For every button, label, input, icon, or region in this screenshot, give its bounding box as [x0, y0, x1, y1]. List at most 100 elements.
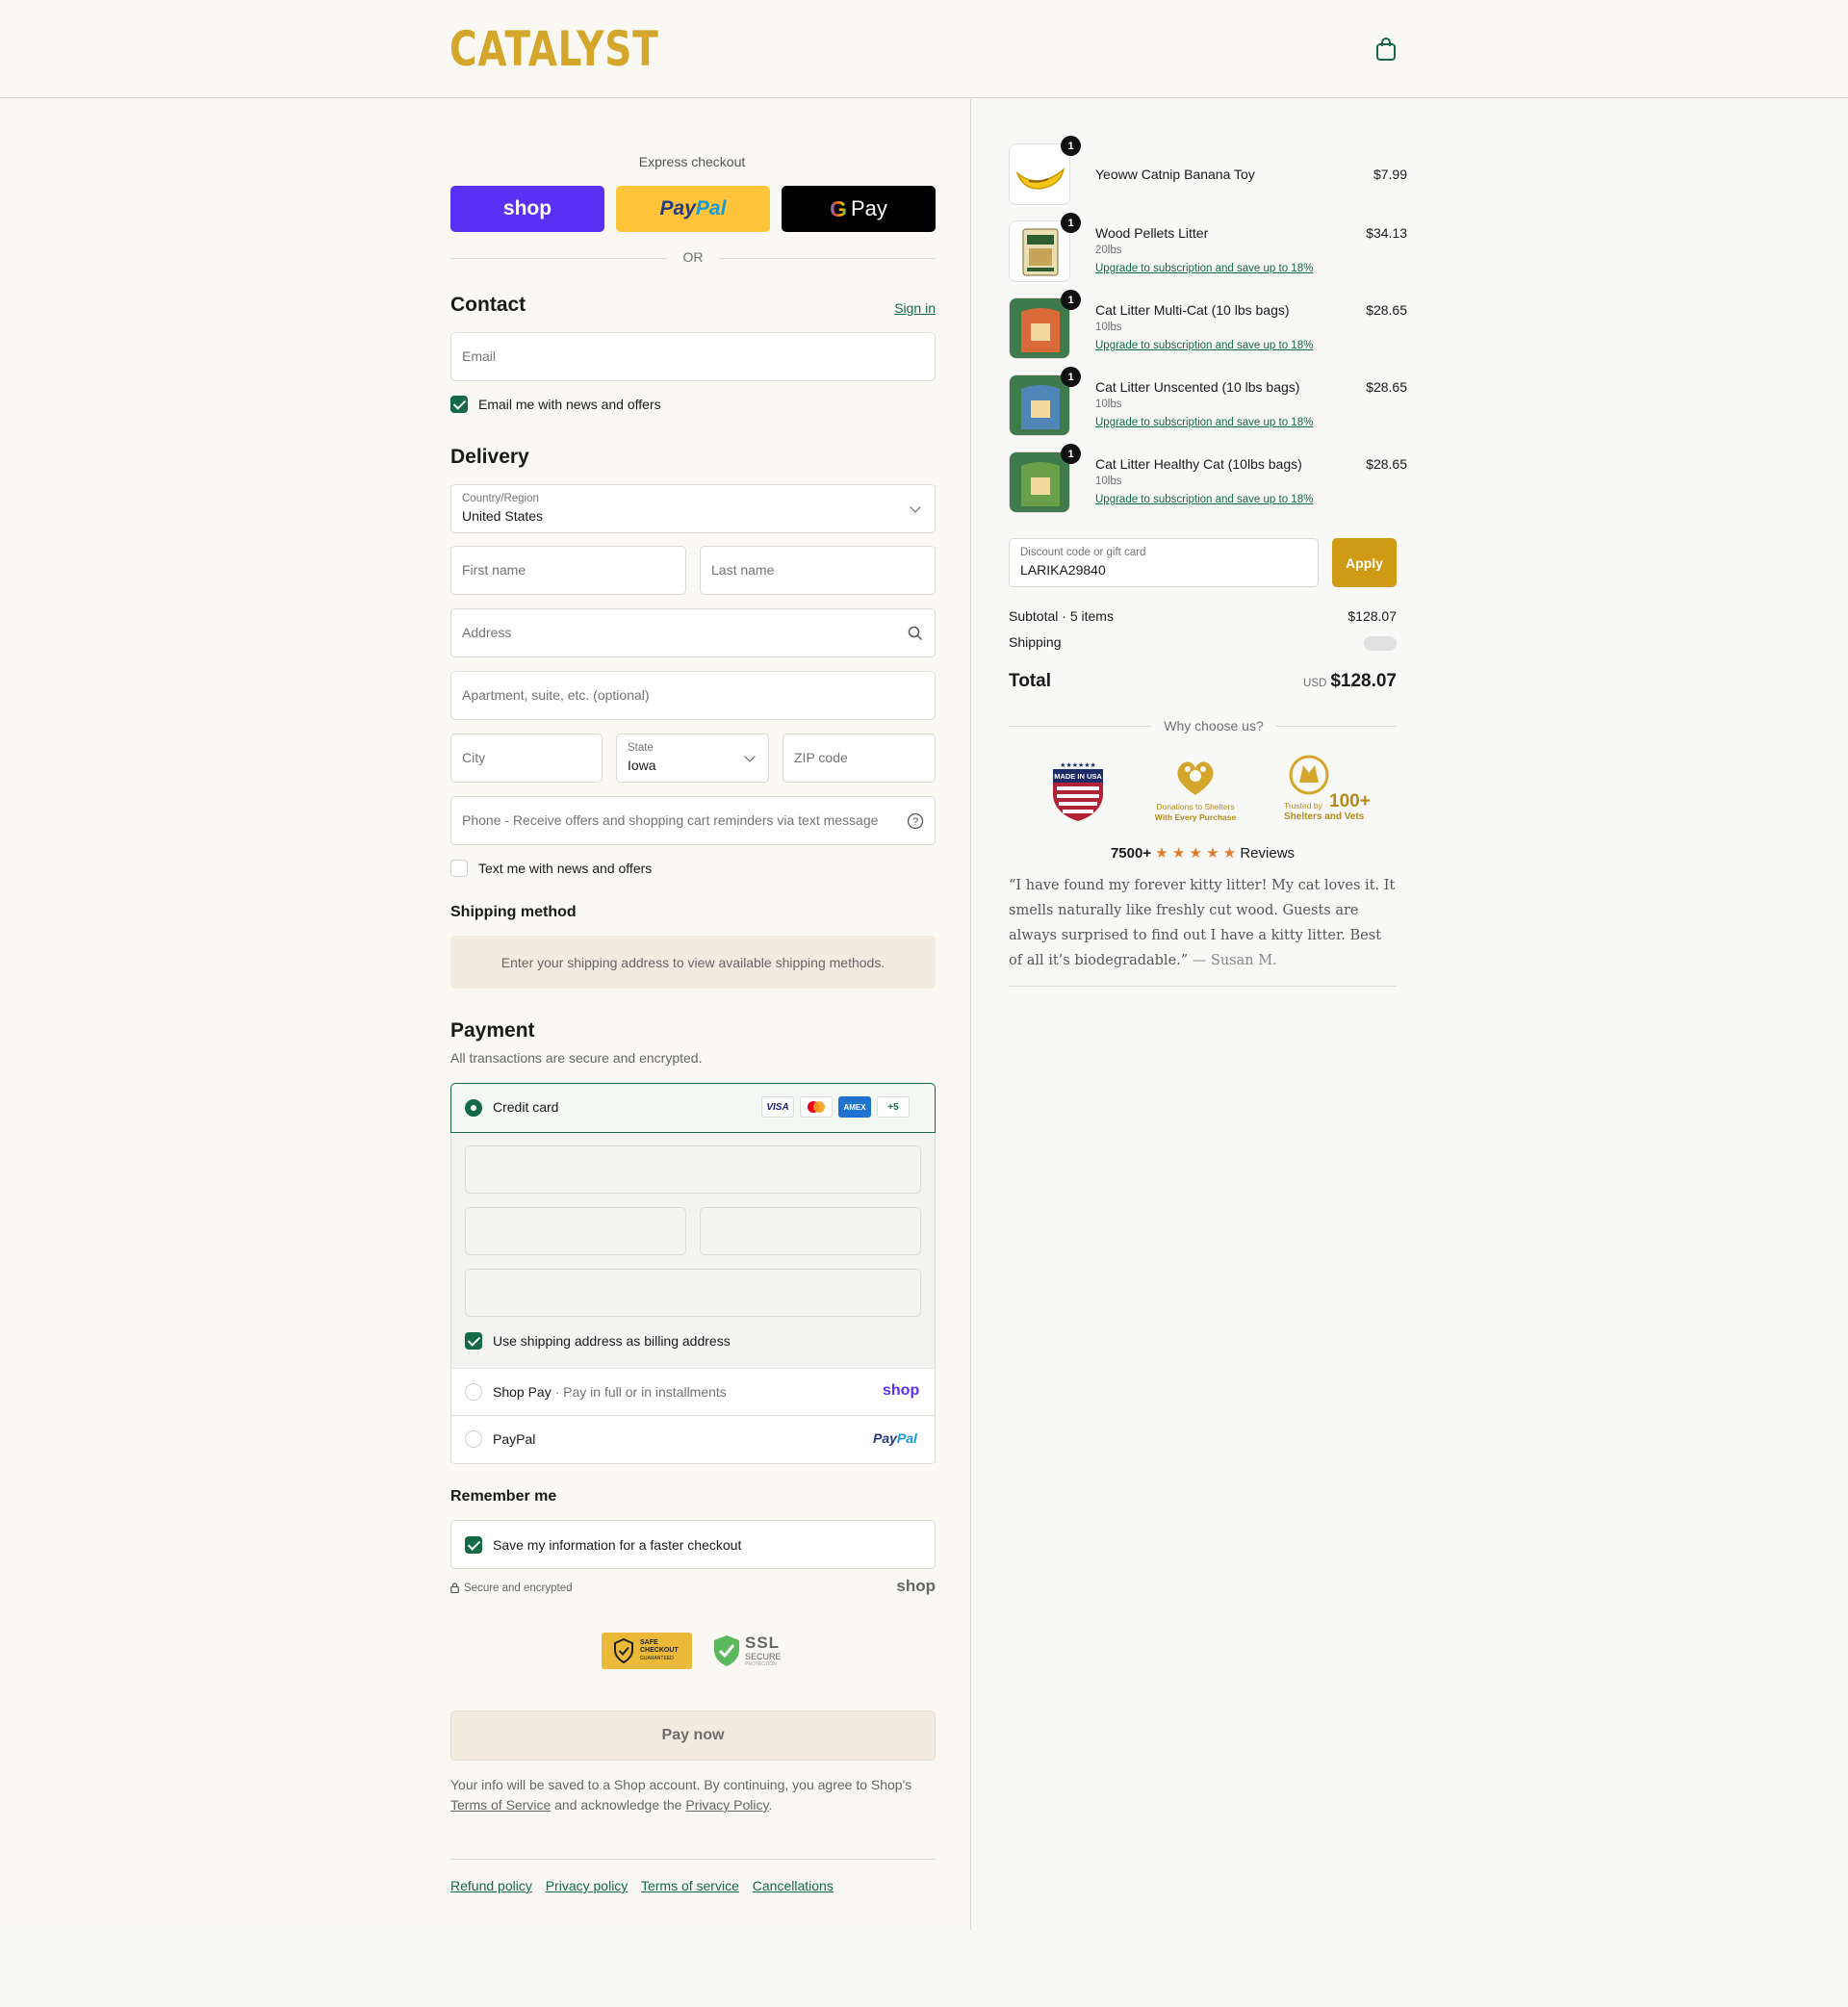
footer-divider [450, 1859, 936, 1860]
quantity-badge: 1 [1061, 367, 1081, 387]
total-amount: USD $128.07 [1204, 671, 1397, 692]
usa-flag-shield-icon: ★★★★★★ MADE IN USA [1053, 761, 1103, 821]
discount-code-field[interactable]: Discount code or gift card LARIKA29840 [1009, 538, 1319, 587]
shop-pay-option[interactable]: Shop Pay · Pay in full or in installment… [450, 1368, 936, 1416]
paypal-option[interactable]: PayPal PayPal [450, 1416, 936, 1464]
footer-links: Refund policy Privacy policy Terms of se… [450, 1878, 834, 1893]
last-name-field[interactable]: Last name [700, 546, 936, 595]
upgrade-subscription-link[interactable]: Upgrade to subscription and save up to 1… [1095, 494, 1313, 505]
cat-dog-icon [1289, 755, 1329, 795]
card-number-field[interactable] [465, 1145, 921, 1194]
shop-pay-express-button[interactable]: shop [450, 186, 604, 232]
product-variant: 20lbs [1095, 244, 1122, 256]
payment-heading: Payment [450, 1019, 535, 1042]
quantity-badge: 1 [1061, 290, 1081, 310]
address-field[interactable]: Address [450, 608, 936, 657]
product-name: Cat Litter Multi-Cat (10 lbs bags) [1095, 302, 1290, 318]
product-thumbnail [1009, 451, 1070, 513]
zip-field[interactable]: ZIP code [783, 733, 936, 783]
cancellations-link[interactable]: Cancellations [753, 1878, 834, 1893]
shield-check-icon [614, 1638, 633, 1663]
refund-policy-link[interactable]: Refund policy [450, 1878, 532, 1893]
apply-discount-button[interactable]: Apply [1332, 538, 1397, 587]
product-thumbnail [1009, 143, 1070, 205]
apartment-field[interactable]: Apartment, suite, etc. (optional) [450, 671, 936, 720]
amex-icon: AMEX [838, 1096, 871, 1118]
address-placeholder: Address [462, 625, 512, 640]
email-news-checkbox[interactable] [450, 396, 468, 413]
shop-pay-radio[interactable] [465, 1383, 482, 1401]
country-value: United States [462, 508, 544, 524]
privacy-policy-link[interactable]: Privacy Policy [685, 1797, 768, 1813]
text-news-checkbox[interactable] [450, 860, 468, 877]
product-name: Cat Litter Healthy Cat (10lbs bags) [1095, 456, 1302, 472]
paypal-radio[interactable] [465, 1430, 482, 1448]
heart-paw-icon [1177, 761, 1214, 795]
product-thumbnail [1009, 297, 1070, 359]
total-label: Total [1009, 671, 1051, 691]
product-price: $28.65 [1366, 302, 1407, 318]
terms-of-service-link[interactable]: Terms of Service [450, 1797, 551, 1813]
credit-card-option[interactable]: Credit card VISA AMEX +5 [450, 1083, 936, 1133]
quantity-badge: 1 [1061, 444, 1081, 464]
payment-subtitle: All transactions are secure and encrypte… [450, 1050, 703, 1066]
save-info-checkbox[interactable] [465, 1536, 482, 1554]
first-name-placeholder: First name [462, 562, 526, 578]
express-checkout-title: Express checkout [638, 154, 746, 169]
paypal-logo: PayPal [873, 1430, 917, 1446]
email-field[interactable]: Email [450, 332, 936, 381]
more-cards-badge: +5 [877, 1096, 910, 1118]
first-name-field[interactable]: First name [450, 546, 686, 595]
card-name-field[interactable] [465, 1269, 921, 1317]
catalyst-logo[interactable]: CATALYST [449, 22, 658, 76]
city-field[interactable]: City [450, 733, 603, 783]
trusted-by-badge: Trusted by 100+ Shelters and Vets [1282, 754, 1378, 826]
chevron-down-icon [744, 751, 756, 762]
help-icon[interactable]: ? [907, 812, 924, 830]
quantity-badge: 1 [1061, 136, 1081, 156]
terms-of-service-footer-link[interactable]: Terms of service [641, 1878, 739, 1893]
upgrade-subscription-link[interactable]: Upgrade to subscription and save up to 1… [1095, 340, 1313, 351]
card-expiry-field[interactable] [465, 1207, 686, 1255]
billing-address-checkbox[interactable] [465, 1332, 482, 1350]
discount-label: Discount code or gift card [1020, 547, 1146, 558]
phone-field[interactable]: Phone - Receive offers and shopping cart… [450, 796, 936, 845]
country-select[interactable]: Country/Region United States [450, 484, 936, 533]
shop-pay-label: Shop Pay · Pay in full or in installment… [493, 1384, 727, 1400]
product-variant: 10lbs [1095, 399, 1122, 410]
upgrade-subscription-link[interactable]: Upgrade to subscription and save up to 1… [1095, 417, 1313, 428]
email-placeholder: Email [462, 348, 497, 364]
apartment-placeholder: Apartment, suite, etc. (optional) [462, 687, 650, 703]
remember-me-box[interactable]: Save my information for a faster checkou… [450, 1520, 936, 1569]
city-placeholder: City [462, 750, 486, 765]
upgrade-subscription-link[interactable]: Upgrade to subscription and save up to 1… [1095, 263, 1313, 274]
credit-card-label: Credit card [493, 1099, 559, 1115]
secure-encrypted-text: Secure and encrypted [464, 1582, 573, 1594]
email-news-label: Email me with news and offers [478, 397, 661, 412]
state-select[interactable]: State Iowa [616, 733, 769, 783]
shopping-bag-icon[interactable] [1374, 37, 1398, 62]
sign-in-link[interactable]: Sign in [866, 300, 936, 316]
text-news-label: Text me with news and offers [478, 861, 653, 876]
shop-logo: shop [883, 1382, 920, 1399]
chevron-down-icon [910, 502, 921, 513]
product-name: Wood Pellets Litter [1095, 225, 1209, 241]
google-pay-express-button[interactable]: G Pay [782, 186, 936, 232]
cart-item: 1 Wood Pellets Litter 20lbs Upgrade to s… [1009, 213, 1407, 284]
cart-item: 1 Cat Litter Unscented (10 lbs bags) 10l… [1009, 367, 1407, 438]
paypal-logo: PayPal [659, 197, 727, 219]
or-divider-text: OR [682, 249, 704, 265]
divider [719, 258, 936, 259]
cart-item: 1 Cat Litter Multi-Cat (10 lbs bags) 10l… [1009, 290, 1407, 361]
pay-now-button[interactable]: Pay now [450, 1711, 936, 1761]
divider [1009, 726, 1151, 727]
paypal-label: PayPal [493, 1431, 536, 1447]
credit-card-radio[interactable] [465, 1099, 482, 1117]
privacy-policy-footer-link[interactable]: Privacy policy [546, 1878, 629, 1893]
paypal-express-button[interactable]: PayPal [616, 186, 770, 232]
card-cvv-field[interactable] [700, 1207, 921, 1255]
reviews-summary: 7500+ ★ ★ ★ ★ ★ Reviews [1009, 844, 1397, 862]
multi-cat-litter-bag-image [1010, 298, 1069, 358]
remember-me-heading: Remember me [450, 1488, 557, 1505]
wood-pellets-bag-image [1022, 228, 1059, 276]
